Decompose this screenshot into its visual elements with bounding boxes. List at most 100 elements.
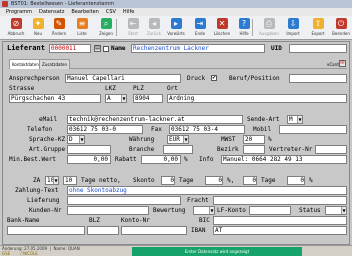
fax-label: Fax (151, 126, 162, 133)
bezirk-label: Bezirk (217, 146, 239, 153)
menu-bearbeiten[interactable]: Bearbeiten (71, 8, 98, 16)
lieferant-label: Lieferant (7, 44, 45, 52)
vertreter-input[interactable] (315, 145, 347, 154)
toolbar-button-delete[interactable]: ✕ Löschen (210, 17, 234, 38)
tab-zusatzdaten[interactable]: Zusatzdaten (39, 59, 71, 69)
exit-icon: ⏻ (335, 18, 347, 29)
menu-programm[interactable]: Programm (6, 8, 32, 16)
fracht-label: Fracht (187, 197, 209, 204)
menu-csv[interactable]: CSV (106, 8, 116, 16)
export-icon: ⇧ (312, 18, 324, 29)
zahlungstext-input[interactable]: ohne Skontoabzug (67, 186, 347, 195)
vcard-label[interactable]: vCard (327, 60, 339, 69)
ansprechperson-input[interactable]: Manuel Capellari (65, 74, 181, 83)
back-icon: ◂ (148, 18, 160, 29)
iban-input[interactable]: AT (213, 226, 347, 235)
artgruppe-input[interactable] (67, 145, 111, 154)
status-dropdown-icon[interactable]: ▼ (341, 207, 346, 214)
waehrung-dropdown-icon[interactable]: ▼ (183, 136, 188, 143)
fax-input[interactable]: 03612 75 03-4 (169, 125, 245, 134)
bezirk-input[interactable] (243, 145, 265, 154)
strasse-input[interactable]: Pürgschachen 43 (9, 94, 101, 103)
toolbar-label: Export (311, 31, 325, 36)
menu-hilfe[interactable]: Hilfe (123, 8, 134, 16)
kontonr-input[interactable] (121, 226, 187, 235)
status-label: Status (299, 207, 321, 214)
iban-label: IBAN (191, 227, 206, 234)
show-icon: ⌕ (100, 18, 112, 29)
blz-label: BLZ (89, 217, 100, 224)
lkz-label: LKZ (105, 85, 116, 92)
toolbar-button-export[interactable]: ⇧ Export (306, 17, 330, 38)
blz-input[interactable] (87, 226, 119, 235)
rabatt-label: Rabatt (115, 156, 137, 163)
bic-input[interactable] (213, 216, 347, 225)
mwst-unit: % (268, 136, 272, 143)
lieferant-lookup-button[interactable]: ▤ (94, 45, 101, 52)
toolbar-button-forward[interactable]: ▸ Vorwärts (164, 17, 188, 38)
delete-icon: ✕ (216, 18, 228, 29)
rabatt-input[interactable]: 0,00 (141, 155, 181, 164)
skonto1-tage-input[interactable]: 0 (161, 176, 175, 185)
toolbar-label: Start (128, 31, 138, 36)
toolbar-label: Abbruch (7, 31, 25, 36)
plz-input[interactable]: 8904 (133, 94, 163, 103)
fracht-input[interactable] (213, 196, 347, 205)
kundennr-input[interactable] (67, 206, 149, 215)
lkz-value: A (107, 95, 111, 102)
branche-label: Branche (129, 146, 155, 153)
toolbar-button-edit[interactable]: ✎ Ändern (47, 17, 71, 38)
mobil-input[interactable] (279, 125, 347, 134)
menu-datensatz[interactable]: Datensatz (39, 8, 64, 16)
vcard-icon[interactable]: ✉ (339, 60, 346, 67)
beruf-input[interactable] (289, 74, 347, 83)
toolbar-label: Import (286, 31, 300, 36)
toolbar-label: Ändern (51, 31, 67, 36)
za-dropdown-icon[interactable]: ▼ (53, 177, 58, 184)
email-input[interactable]: technik@rechenzentrum-lackner.at (67, 115, 243, 124)
status-user-name: Name: QUAN (53, 246, 80, 251)
lkz-dropdown-icon[interactable]: ▼ (121, 95, 126, 102)
lieferant-input[interactable]: 0000011 (49, 44, 91, 53)
bankname-input[interactable] (7, 226, 85, 235)
skonto2-tage-input[interactable]: 0 (243, 176, 257, 185)
toolbar-label: Hilfe (239, 31, 249, 36)
toolbar-button-show[interactable]: ⌕ Zeigen (94, 17, 118, 38)
toolbar-button-cancel[interactable]: ⊘ Abbruch (4, 17, 28, 38)
strasse-label: Strasse (9, 85, 35, 92)
skonto2-pct-input[interactable]: 0 (287, 176, 305, 185)
toolbar-button-list[interactable]: ≡ Liste (70, 17, 94, 38)
name-checkbox[interactable] (103, 46, 109, 52)
lfkonto-label: LF-Konto (217, 207, 246, 214)
druck-checkbox[interactable]: ✔ (211, 75, 217, 81)
toolbar: ⊘ Abbruch ✦ Neu ✎ Ändern ≡ Liste ⌕ Zeigen ⇤ Start ◂ Z… (0, 16, 352, 40)
list-icon: ≡ (76, 18, 88, 29)
toolbar-button-back[interactable]: ◂ Zurück (142, 17, 166, 38)
ort-input[interactable]: Ardning (167, 94, 347, 103)
kontonr-label: Konto-Nr (121, 217, 150, 224)
branche-input[interactable] (163, 145, 193, 154)
za-tage-input[interactable]: 10 (63, 176, 77, 185)
bankname-label: Bank-Name (7, 217, 40, 224)
mwst-input[interactable]: 20 (243, 135, 265, 144)
telefon-input[interactable]: 03612 75 03-0 (67, 125, 143, 134)
skonto1-pct-input[interactable]: 0 (205, 176, 223, 185)
sendeart-dropdown-icon[interactable]: ▼ (297, 116, 302, 123)
minbest-input[interactable]: 0,00 (67, 155, 111, 164)
bewertung-dropdown-icon[interactable]: ▼ (209, 207, 214, 214)
sprache-dropdown-icon[interactable]: ▼ (79, 136, 84, 143)
toolbar-label: Zurück (147, 31, 161, 36)
toolbar-button-import[interactable]: ⇩ Import (281, 17, 305, 38)
name-input[interactable]: Rechenzentrum Lackner (131, 44, 265, 53)
toolbar-button-exit[interactable]: ⏻ Beenden (329, 17, 352, 38)
toolbar-button-output[interactable]: ⎙ Ausgaben (257, 17, 281, 38)
lfkonto-input[interactable] (249, 206, 291, 215)
uid-input[interactable] (289, 44, 347, 53)
tab-kontaktdaten[interactable]: Kontaktdaten (9, 59, 42, 69)
first-icon: ⇤ (127, 18, 139, 29)
info-input[interactable]: Manuel: 0664 282 49 13 (221, 155, 347, 164)
ort-label: Ort (167, 85, 178, 92)
new-icon: ✦ (32, 18, 44, 29)
lieferung-input[interactable] (67, 196, 181, 205)
toolbar-button-last[interactable]: ⇥ Ende (188, 17, 212, 38)
